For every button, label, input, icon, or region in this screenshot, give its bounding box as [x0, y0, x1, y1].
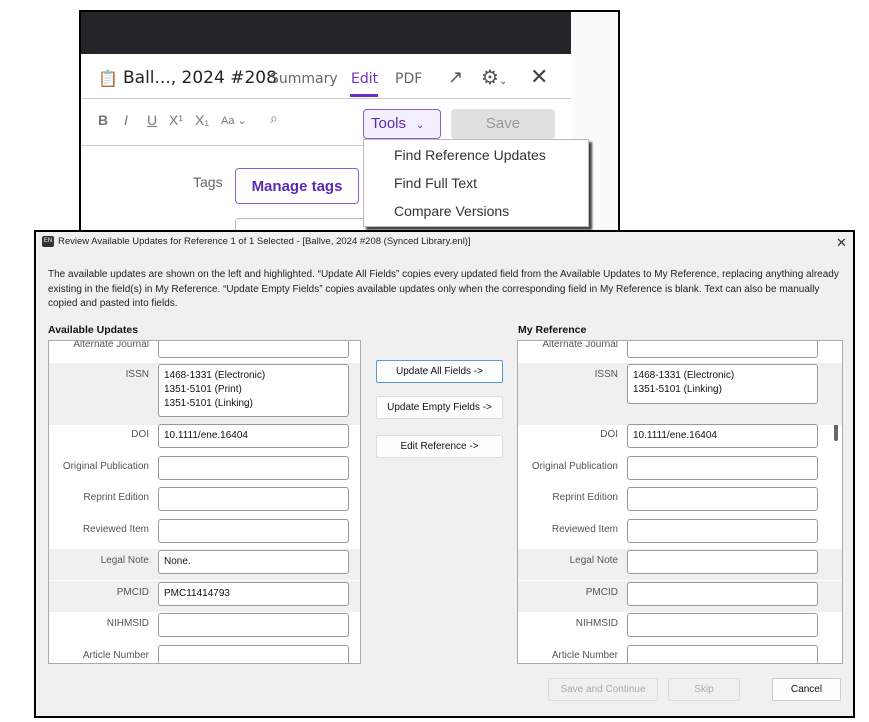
clipboard-icon: 📋 [98, 69, 118, 88]
close-icon[interactable]: ✕ [836, 235, 847, 251]
reference-title: Ball..., 2024 #208 [123, 68, 277, 88]
update-all-fields-button[interactable]: Update All Fields -> [376, 360, 503, 383]
menu-item-compare-versions[interactable]: Compare Versions [394, 203, 509, 219]
dialog-title: Review Available Updates for Reference 1… [58, 236, 471, 247]
manage-tags-button[interactable]: Manage tags [235, 168, 359, 204]
tab-summary[interactable]: Summary [270, 71, 338, 87]
bold-button[interactable]: B [98, 112, 108, 128]
update-empty-fields-button[interactable]: Update Empty Fields -> [376, 396, 503, 419]
field-input-original-publication[interactable] [627, 456, 818, 480]
save-button[interactable]: Save [451, 109, 555, 139]
menu-item-find-reference-updates[interactable]: Find Reference Updates [394, 147, 546, 163]
field-input-nihmsid[interactable] [627, 613, 818, 637]
field-label: Article Number [551, 650, 618, 661]
active-tab-indicator [350, 94, 378, 97]
field-input-pmcid[interactable]: PMC11414793 [158, 582, 349, 606]
reference-editor-window: 📋 Ball..., 2024 #208 Summary Edit PDF ↗ … [79, 10, 620, 232]
field-label: DOI [131, 429, 149, 440]
field-input-nihmsid[interactable] [158, 613, 349, 637]
title-bar [81, 12, 571, 54]
field-input-reviewed-item[interactable] [627, 519, 818, 543]
field-label: PMCID [116, 587, 149, 598]
my-reference-heading: My Reference [518, 324, 587, 336]
chevron-down-icon: ⌄ [416, 120, 425, 131]
font-size-dropdown[interactable]: Aa ⌄ [221, 114, 247, 127]
cancel-button[interactable]: Cancel [772, 678, 841, 701]
available-updates-heading: Available Updates [48, 324, 139, 336]
field-label: ISSN [125, 369, 149, 380]
field-input-reprint-edition[interactable] [158, 487, 349, 511]
menu-item-find-full-text[interactable]: Find Full Text [394, 175, 477, 191]
my-reference-panel: Alternate Journal ISSN 1468-1331 (Electron… [517, 340, 843, 664]
tab-pdf[interactable]: PDF [395, 71, 422, 87]
endnote-icon: EN [42, 236, 54, 247]
field-label: ISSN [594, 369, 618, 380]
divider [81, 98, 571, 99]
field-input-legal-note[interactable]: None. [158, 550, 349, 574]
tags-label: Tags [193, 174, 223, 190]
save-and-continue-button[interactable]: Save and Continue [548, 678, 658, 701]
subscript-button[interactable]: X₁ [195, 112, 209, 128]
tools-label: Tools [371, 115, 407, 132]
field-label: Legal Note [569, 555, 618, 566]
field-input-alternate-journal[interactable] [627, 341, 818, 358]
field-input-doi[interactable]: 10.1111/ene.16404 [627, 424, 818, 448]
tools-menu: Find Reference Updates Find Full Text Co… [363, 139, 589, 227]
skip-button[interactable]: Skip [668, 678, 740, 701]
review-updates-dialog: EN Review Available Updates for Referenc… [34, 230, 855, 718]
field-input-reviewed-item[interactable] [158, 519, 349, 543]
field-input-article-number[interactable] [158, 645, 349, 663]
edit-reference-button[interactable]: Edit Reference -> [376, 435, 503, 458]
close-icon[interactable]: ✕ [530, 64, 548, 90]
field-input-doi[interactable]: 10.1111/ene.16404 [158, 424, 349, 448]
field-input-reprint-edition[interactable] [627, 487, 818, 511]
field-input-issn[interactable]: 1468-1331 (Electronic) 1351-5101 (Linkin… [627, 364, 818, 404]
field-label: Reviewed Item [82, 524, 149, 535]
field-label: Legal Note [100, 555, 149, 566]
tools-dropdown[interactable]: Tools ⌄ [363, 109, 441, 139]
field-input-legal-note[interactable] [627, 550, 818, 574]
field-label: PMCID [585, 587, 618, 598]
available-updates-panel: Alternate Journal ISSN 1468-1331 (Electron… [48, 340, 361, 664]
dialog-description: The available updates are shown on the l… [48, 269, 839, 309]
field-label: Article Number [82, 650, 149, 661]
field-label: Reviewed Item [551, 524, 618, 535]
field-input-issn[interactable]: 1468-1331 (Electronic) 1351-5101 (Print)… [158, 364, 349, 417]
field-label: Reprint Edition [552, 492, 618, 503]
gear-icon[interactable]: ⚙⌄ [481, 65, 507, 90]
field-input-original-publication[interactable] [158, 456, 349, 480]
field-input-article-number[interactable] [627, 645, 818, 663]
field-label: Original Publication [62, 461, 149, 472]
italic-button[interactable]: I [124, 112, 128, 128]
field-label: Reprint Edition [83, 492, 149, 503]
superscript-button[interactable]: X¹ [169, 112, 183, 128]
field-label: Original Publication [531, 461, 618, 472]
open-external-icon[interactable]: ↗ [448, 67, 463, 88]
underline-button[interactable]: U [147, 112, 157, 128]
field-label: NIHMSID [575, 618, 618, 629]
field-label: DOI [600, 429, 618, 440]
field-input-alternate-journal[interactable] [158, 341, 349, 358]
field-input-pmcid[interactable] [627, 582, 818, 606]
field-label: Alternate Journal [73, 340, 149, 350]
field-label: NIHMSID [106, 618, 149, 629]
field-label: Alternate Journal [542, 340, 618, 350]
search-icon[interactable]: ⌕ [270, 110, 278, 127]
tab-edit[interactable]: Edit [351, 71, 378, 87]
